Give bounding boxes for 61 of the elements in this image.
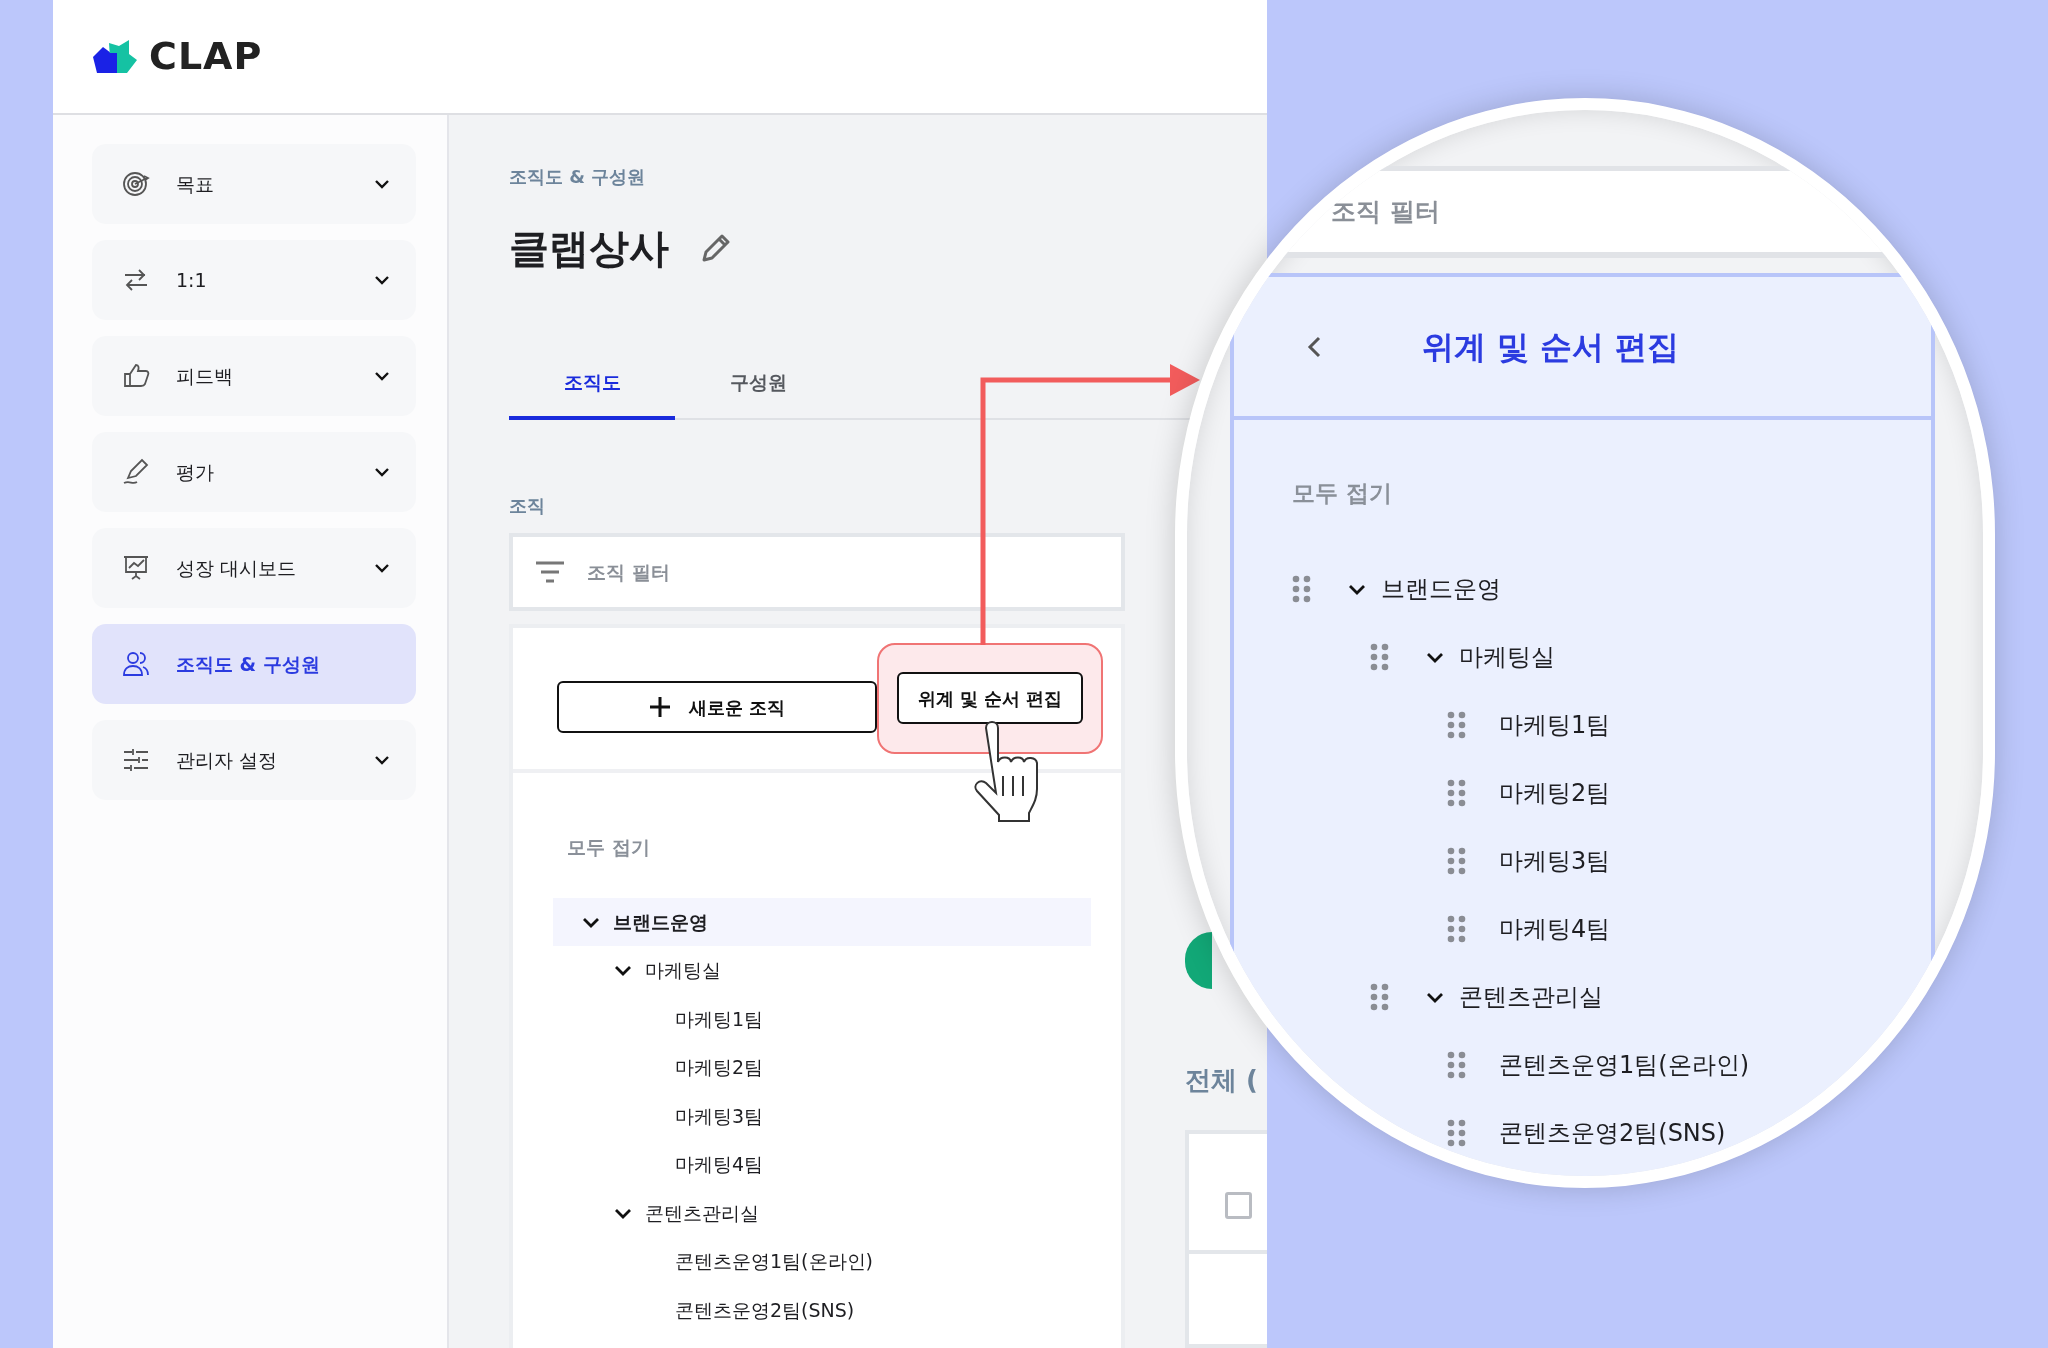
plus-icon [648,696,671,718]
drag-handle-icon[interactable] [1447,1118,1466,1147]
drag-handle-icon[interactable] [1369,982,1389,1011]
tab[interactable]: 조직도 [509,348,675,420]
hand-pointer-icon [974,721,1038,822]
drag-handle-icon[interactable] [1447,778,1466,807]
tree-item[interactable]: 마케팅실 [1369,630,1555,683]
thumbs-up-icon [122,362,150,390]
users-icon [122,650,150,678]
drag-handle-icon[interactable] [1447,846,1466,875]
sidebar-item[interactable]: 피드백 [92,336,416,416]
members-title: 전체 ( [1185,1064,1259,1097]
drag-handle-icon[interactable] [1447,710,1466,739]
pen-icon [122,458,150,486]
sidebar-item[interactable]: 평가 [92,432,416,512]
logo-text: CLAP [149,33,263,80]
page-title: 클랩상사 [509,224,669,273]
filter-input[interactable]: 조직 필터 [1329,191,1650,232]
tree-item[interactable]: 콘텐츠운영2팀(SNS) [1447,1106,1726,1159]
back-icon[interactable] [1306,334,1322,359]
edit-hierarchy-button[interactable]: 위계 및 순서 편집 [897,672,1083,724]
target-icon [122,170,150,198]
tree-item[interactable]: 콘텐츠운영1팀(온라인) [1447,1038,1749,1091]
sidebar-item[interactable]: 1:1 [92,240,416,320]
tree-item[interactable]: 마케팅실 [553,946,1091,995]
tree-item[interactable]: 마케팅4팀 [1447,902,1611,955]
tree-item[interactable]: 마케팅3팀 [553,1091,1091,1140]
tree-item[interactable]: 마케팅3팀 [1447,834,1611,887]
tree-item[interactable]: 브랜드운영 [1292,562,1501,615]
checkbox[interactable] [1225,1191,1252,1219]
drag-handle-icon[interactable] [1447,914,1466,943]
tree-item[interactable]: 마케팅1팀 [1447,698,1611,751]
sliders-icon [122,746,150,774]
tree-item[interactable]: 브랜드운영 [553,897,1091,946]
presentation-chart-icon [122,554,150,582]
drag-handle-icon[interactable] [1447,1050,1466,1079]
drag-handle-icon[interactable] [1292,574,1311,603]
tree-item[interactable]: 마케팅2팀 [1447,766,1611,819]
logo-icon [91,38,139,75]
section-label: 조직 [509,494,546,518]
tree-item[interactable]: 콘텐츠운영2팀(SNS) [553,1285,1091,1334]
sidebar-item[interactable]: 성장 대시보드 [92,528,416,608]
filter-input[interactable]: 조직 필터 [585,556,1121,588]
panel-title: 위계 및 순서 편집 [1422,326,1680,368]
sidebar-item[interactable]: 조직도 & 구성원 [92,624,416,704]
filter-field[interactable]: 조직 필터 [509,533,1125,611]
new-org-button[interactable]: 새로운 조직 [557,681,877,733]
tree-item[interactable]: 마케팅2팀 [553,1043,1091,1092]
chevron-down-icon [613,963,633,978]
breadcrumb: 조직도 & 구성원 [509,165,647,189]
drag-handle-icon[interactable] [1369,642,1389,671]
sidebar-item[interactable]: 관리자 설정 [92,720,416,800]
tree-item[interactable]: 마케팅1팀 [553,994,1091,1043]
tree-item[interactable]: 콘텐츠운영1팀(온라인) [553,1237,1091,1286]
tab[interactable]: 구성원 [675,348,841,420]
sidebar-item[interactable]: 목표 [92,144,416,224]
pill-button[interactable] [1185,932,1212,989]
tree-item[interactable]: 콘텐츠관리실 [1369,970,1603,1023]
tree-item[interactable]: 콘텐츠관리실 [553,1188,1091,1237]
filter-icon [535,560,565,584]
tree-item[interactable]: 마케팅4팀 [553,1140,1091,1189]
